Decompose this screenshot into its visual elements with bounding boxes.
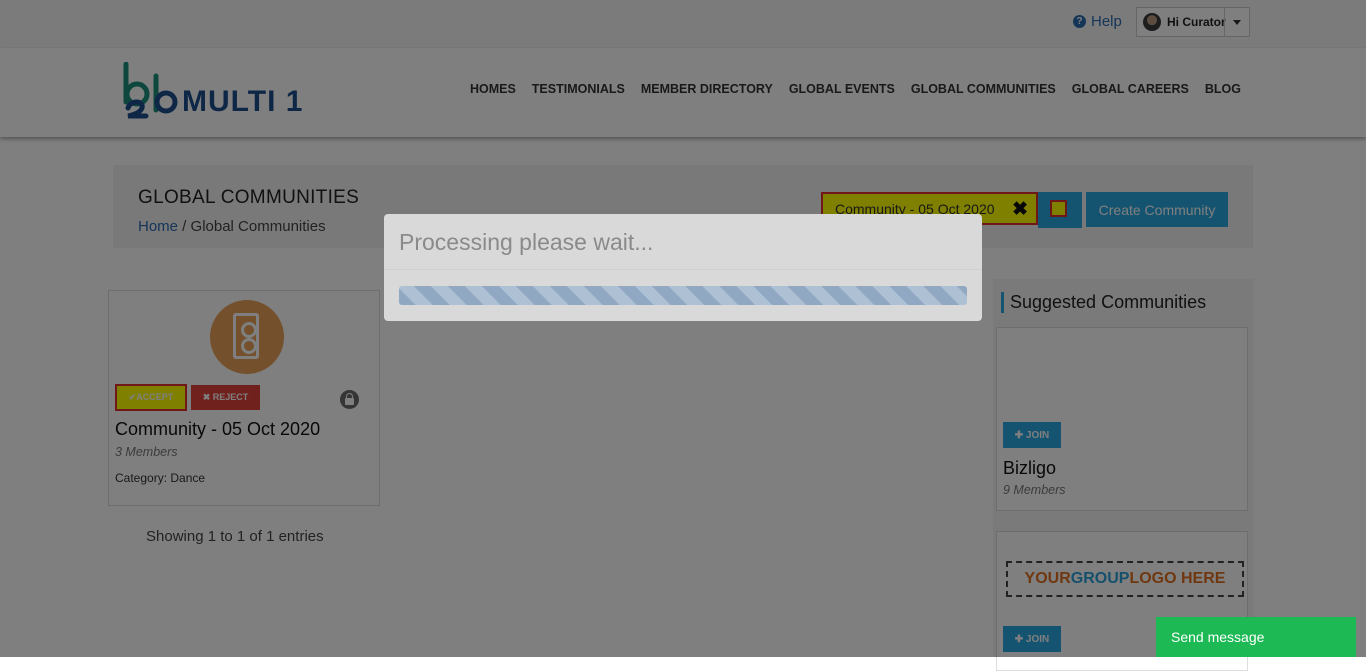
progress-bar (399, 286, 967, 305)
send-message-button[interactable]: Send message (1156, 617, 1356, 657)
processing-dialog: Processing please wait... (384, 214, 982, 321)
dialog-title: Processing please wait... (399, 229, 654, 255)
divider (384, 269, 982, 270)
modal-backdrop (0, 0, 1366, 657)
